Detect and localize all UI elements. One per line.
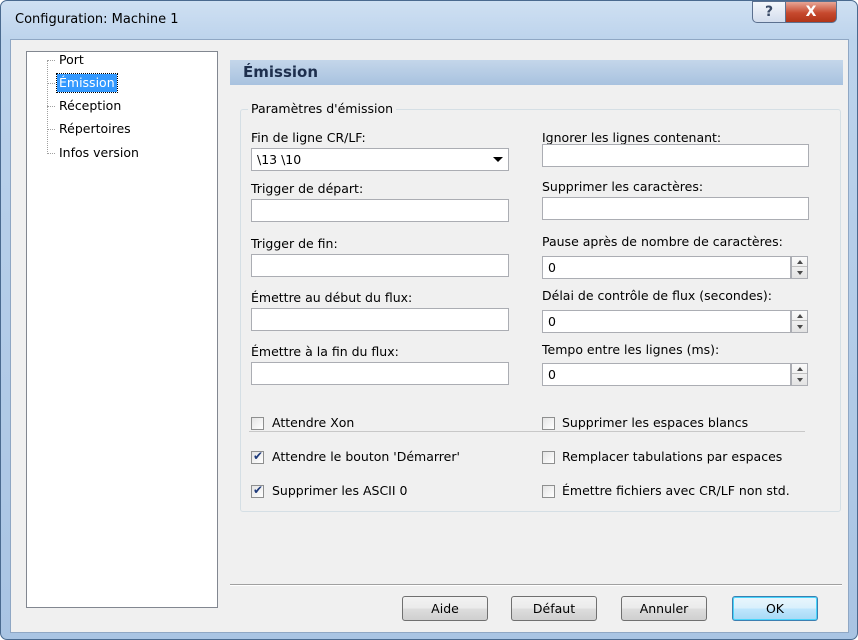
dialog-client-area: Port Émission Réception Répertoires Info… [10, 39, 849, 633]
window-title: Configuration: Machine 1 [15, 12, 179, 27]
divider [249, 431, 805, 432]
panel-title: Émission [243, 63, 318, 81]
nonstd-crlf-checkbox[interactable] [542, 485, 555, 498]
tree-connector [47, 60, 48, 154]
pause-label: Pause après de nombre de caractères: [542, 234, 783, 249]
panel-header: Émission [230, 60, 843, 85]
end-trigger-label: Trigger de fin: [251, 236, 338, 251]
help-button[interactable]: Aide [402, 596, 488, 621]
stepper-down-icon[interactable] [792, 375, 807, 385]
replace-tabs-label[interactable]: Remplacer tabulations par espaces [562, 449, 782, 464]
stepper-down-icon[interactable] [792, 268, 807, 278]
wait-start-checkbox[interactable] [251, 449, 264, 464]
stepper-up-icon[interactable] [792, 364, 807, 374]
tree-item-emission[interactable]: Émission [56, 73, 118, 93]
flow-delay-label: Délai de contrôle de flux (secondes): [542, 288, 772, 303]
tree-item-port[interactable]: Port [57, 51, 86, 69]
line-end-combo[interactable]: \13 \10 [251, 148, 509, 171]
remove-ascii0-label[interactable]: Supprimer les ASCII 0 [272, 483, 407, 498]
nonstd-crlf-label[interactable]: Émettre fichiers avec CR/LF non std. [562, 483, 790, 498]
default-button[interactable]: Défaut [511, 596, 597, 621]
remove-chars-input[interactable] [542, 197, 809, 220]
start-trigger-input[interactable] [251, 199, 509, 222]
line-delay-label: Tempo entre les lignes (ms): [542, 342, 720, 357]
tree-connector [47, 60, 55, 61]
stepper-up-icon[interactable] [792, 311, 807, 321]
dialog-window: Configuration: Machine 1 ? X Port Émissi… [0, 0, 858, 640]
pause-input[interactable]: 0 [542, 256, 791, 279]
tree-item-repertoires[interactable]: Répertoires [57, 120, 133, 138]
close-icon[interactable]: X [785, 1, 837, 23]
line-delay-input[interactable]: 0 [542, 363, 791, 386]
remove-blanks-label[interactable]: Supprimer les espaces blancs [562, 415, 748, 430]
replace-tabs-checkbox[interactable] [542, 451, 555, 464]
tree-item-reception[interactable]: Réception [57, 97, 123, 115]
stepper-down-icon[interactable] [792, 322, 807, 332]
tree-connector [47, 83, 55, 84]
group-title: Paramètres d'émission [248, 101, 397, 116]
divider [230, 584, 842, 586]
flow-delay-stepper[interactable] [791, 310, 808, 333]
tree-item-infos-version[interactable]: Infos version [57, 144, 141, 162]
line-end-label: Fin de ligne CR/LF: [251, 130, 366, 145]
line-delay-stepper[interactable] [791, 363, 808, 386]
remove-blanks-checkbox[interactable] [542, 417, 555, 430]
remove-chars-label: Supprimer les caractères: [542, 179, 704, 194]
line-end-value: \13 \10 [257, 152, 302, 167]
tree-connector [47, 153, 55, 154]
wait-xon-checkbox[interactable] [251, 417, 264, 430]
emit-start-label: Émettre au début du flux: [251, 290, 413, 305]
wait-start-label[interactable]: Attendre le bouton 'Démarrer' [272, 449, 460, 464]
remove-ascii0-checkbox[interactable] [251, 483, 264, 498]
cancel-button[interactable]: Annuler [621, 596, 707, 621]
emit-end-input[interactable] [251, 362, 509, 385]
ignore-lines-label: Ignorer les lignes contenant: [542, 130, 722, 145]
wait-xon-label[interactable]: Attendre Xon [272, 415, 354, 430]
flow-delay-input[interactable]: 0 [542, 310, 791, 333]
pause-stepper[interactable] [791, 256, 808, 279]
category-tree[interactable]: Port Émission Réception Répertoires Info… [26, 51, 218, 608]
emit-end-label: Émettre à la fin du flux: [251, 344, 399, 359]
end-trigger-input[interactable] [251, 254, 509, 277]
chevron-down-icon[interactable] [493, 157, 503, 162]
title-bar[interactable]: Configuration: Machine 1 ? X [1, 1, 857, 39]
tree-connector [47, 129, 55, 130]
emit-start-input[interactable] [251, 308, 509, 331]
start-trigger-label: Trigger de départ: [251, 181, 364, 196]
ignore-lines-input[interactable] [542, 144, 809, 167]
tree-connector [47, 106, 55, 107]
help-icon[interactable]: ? [752, 1, 786, 23]
stepper-up-icon[interactable] [792, 257, 807, 267]
ok-button[interactable]: OK [732, 596, 818, 621]
